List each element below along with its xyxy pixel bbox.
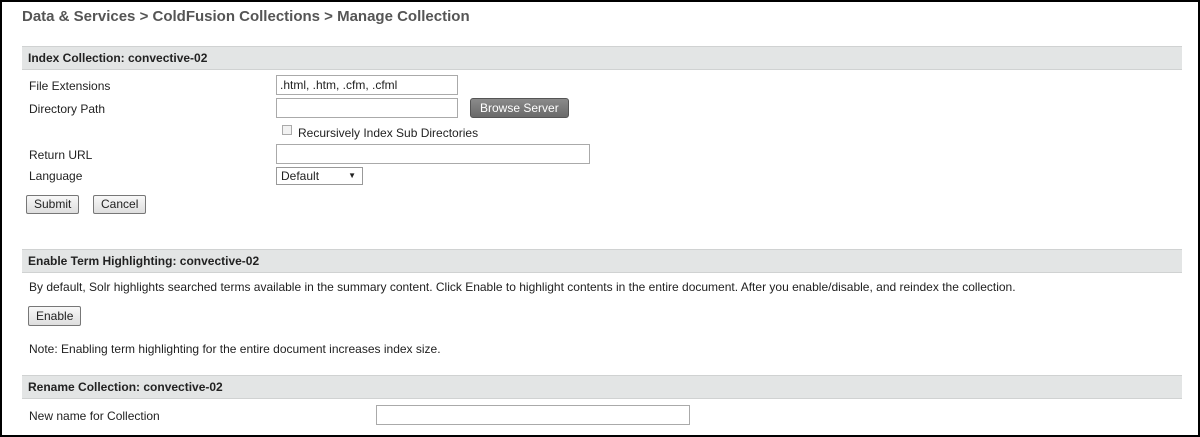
directory-path-input[interactable] xyxy=(276,98,458,118)
return-url-label: Return URL xyxy=(29,148,93,162)
new-name-input[interactable] xyxy=(376,405,690,425)
breadcrumb: Data & Services > ColdFusion Collections… xyxy=(22,8,470,25)
submit-button[interactable]: Submit xyxy=(26,195,80,214)
enable-button[interactable]: Enable xyxy=(28,306,82,326)
chevron-down-icon: ▼ xyxy=(348,171,356,180)
new-name-label: New name for Collection xyxy=(29,409,160,423)
rename-collection-header: Rename Collection: convective-02 xyxy=(22,375,1182,399)
recursive-checkbox[interactable] xyxy=(282,125,292,135)
index-collection-header: Index Collection: convective-02 xyxy=(22,46,1182,70)
return-url-input[interactable] xyxy=(276,144,590,164)
directory-path-label: Directory Path xyxy=(29,102,106,116)
highlighting-note: Note: Enabling term highlighting for the… xyxy=(29,342,441,356)
recursive-label: Recursively Index Sub Directories xyxy=(298,126,479,140)
file-extensions-label: File Extensions xyxy=(29,79,111,93)
cancel-button[interactable]: Cancel xyxy=(93,195,147,214)
highlighting-description: By default, Solr highlights searched ter… xyxy=(29,280,1016,294)
file-extensions-input[interactable] xyxy=(276,75,458,95)
language-label: Language xyxy=(29,169,83,183)
language-selected-value: Default xyxy=(281,169,320,183)
language-select[interactable]: Default ▼ xyxy=(276,167,363,185)
term-highlighting-header: Enable Term Highlighting: convective-02 xyxy=(22,249,1182,273)
page-frame: Data & Services > ColdFusion Collections… xyxy=(0,0,1200,437)
browse-server-button[interactable]: Browse Server xyxy=(470,98,569,118)
